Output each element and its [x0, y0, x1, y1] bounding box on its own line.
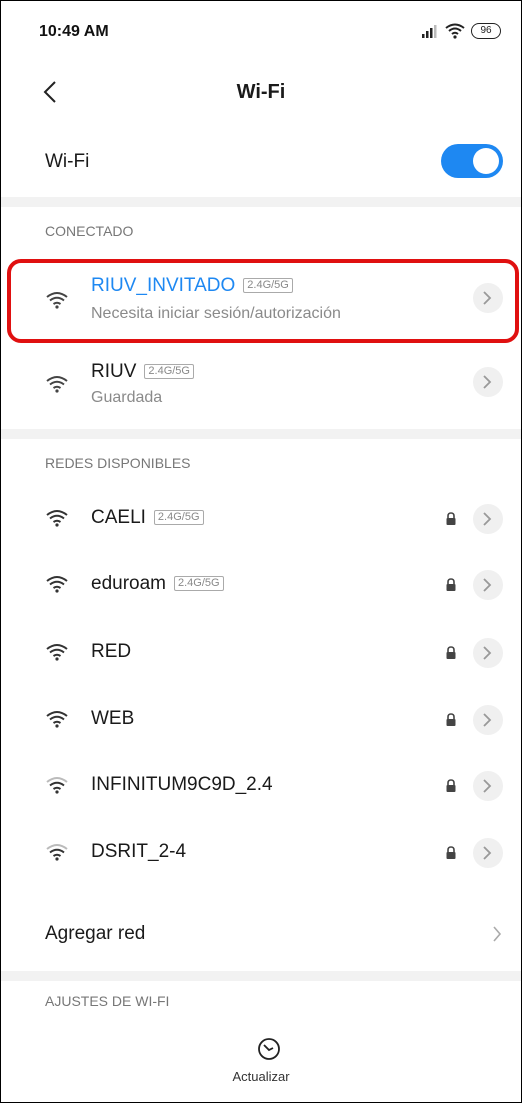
- wifi-signal-icon: [46, 510, 68, 527]
- battery-icon: 96: [471, 23, 501, 39]
- band-badge: 2.4G/5G: [174, 576, 224, 591]
- network-row-riuv[interactable]: RIUV 2.4G/5G Guardada: [1, 345, 521, 427]
- band-badge: 2.4G/5G: [153, 510, 204, 525]
- network-details-button[interactable]: [473, 504, 503, 534]
- network-name: RED: [91, 641, 132, 662]
- section-available: REDES DISPONIBLES: [45, 455, 191, 471]
- network-row-infinitum[interactable]: INFINITUM9C9D_2.4: [1, 754, 521, 820]
- lock-icon: [446, 779, 456, 792]
- chevron-right-icon: [483, 646, 492, 660]
- wifi-signal-icon: [46, 844, 68, 861]
- wifi-toggle-row[interactable]: Wi-Fi: [1, 125, 521, 197]
- status-bar: 10:49 AM 96: [1, 1, 521, 61]
- chevron-right-icon: [483, 846, 492, 860]
- wifi-toggle[interactable]: [441, 144, 503, 178]
- add-network-row[interactable]: Agregar red: [1, 901, 521, 971]
- refresh-icon: [258, 1038, 280, 1060]
- page-title: Wi-Fi: [236, 81, 286, 103]
- refresh-label: Actualizar: [232, 1069, 290, 1084]
- highlight-box: [7, 259, 519, 343]
- network-name: WEB: [91, 708, 135, 729]
- network-row-dsrit[interactable]: DSRIT_2-4: [1, 821, 521, 887]
- wifi-signal-icon: [46, 376, 68, 393]
- wifi-signal-icon: [46, 711, 68, 728]
- chevron-right-icon: [483, 375, 492, 389]
- wifi-signal-icon: [46, 644, 68, 661]
- lock-icon: [446, 646, 456, 659]
- divider: [1, 971, 521, 981]
- chevron-right-icon: [483, 779, 492, 793]
- lock-icon: [446, 578, 456, 591]
- network-status: Guardada: [91, 389, 163, 406]
- wifi-settings-screen: 10:49 AM 96 Wi-Fi Wi-Fi CONECTADO RIUV_I…: [0, 0, 522, 1103]
- add-network-label: Agregar red: [45, 923, 146, 944]
- network-name: DSRIT_2-4: [91, 841, 187, 862]
- network-row-web[interactable]: WEB: [1, 688, 521, 754]
- network-details-button[interactable]: [473, 771, 503, 801]
- network-details-button[interactable]: [473, 570, 503, 600]
- header: Wi-Fi: [1, 61, 521, 123]
- wifi-signal-icon: [46, 576, 68, 593]
- network-name: eduroam: [91, 573, 166, 594]
- divider: [1, 429, 521, 439]
- wifi-signal-icon: [46, 777, 68, 794]
- network-row-red[interactable]: RED: [1, 621, 521, 687]
- status-time: 10:49 AM: [39, 23, 109, 40]
- network-name: RIUV: [91, 361, 137, 382]
- band-badge: 2.4G/5G: [144, 364, 194, 379]
- lock-icon: [446, 846, 456, 859]
- network-details-button[interactable]: [473, 705, 503, 735]
- wifi-status-icon: [445, 23, 465, 39]
- chevron-right-icon: [483, 512, 492, 526]
- divider: [1, 197, 521, 207]
- network-name: INFINITUM9C9D_2.4: [91, 774, 273, 795]
- network-row-eduroam[interactable]: eduroam 2.4G/5G: [1, 553, 521, 619]
- section-connected: CONECTADO: [45, 223, 134, 239]
- network-name: CAELI: [91, 507, 146, 528]
- network-row-caeli[interactable]: CAELI 2.4G/5G: [1, 487, 521, 553]
- chevron-right-icon: [483, 713, 492, 727]
- chevron-right-icon: [483, 578, 492, 592]
- lock-icon: [446, 512, 456, 525]
- toggle-knob: [473, 148, 499, 174]
- signal-icon: [422, 25, 437, 38]
- section-wifi-settings: AJUSTES DE WI-FI: [45, 993, 170, 1009]
- network-details-button[interactable]: [473, 838, 503, 868]
- network-details-button[interactable]: [473, 367, 503, 397]
- refresh-button[interactable]: Actualizar: [1, 1013, 521, 1102]
- chevron-right-icon: [493, 926, 502, 942]
- lock-icon: [446, 713, 456, 726]
- wifi-toggle-label: Wi-Fi: [45, 151, 90, 172]
- network-details-button[interactable]: [473, 638, 503, 668]
